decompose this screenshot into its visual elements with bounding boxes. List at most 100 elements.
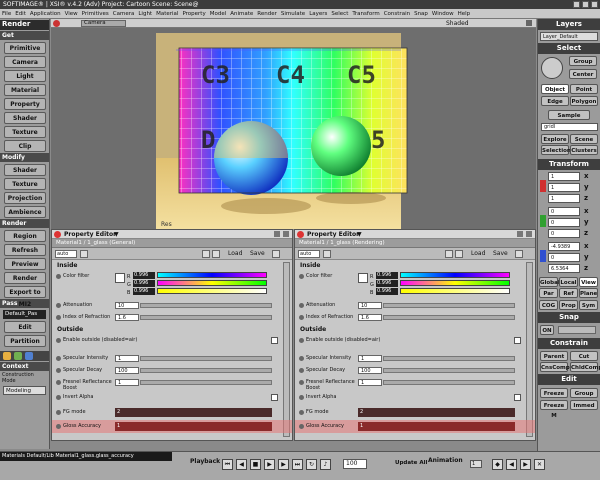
ref-button[interactable]: Ref bbox=[559, 288, 578, 298]
animation-button[interactable]: Animation bbox=[428, 457, 463, 464]
scale-y-axis[interactable]: y bbox=[584, 183, 589, 191]
pe-app-icon[interactable] bbox=[297, 231, 304, 238]
viewport-letter-icon[interactable] bbox=[53, 20, 60, 27]
pe-title[interactable]: Property Editor bbox=[64, 230, 116, 239]
animation-dot-icon[interactable] bbox=[56, 338, 61, 343]
g-value[interactable]: 0.996 bbox=[376, 280, 398, 287]
pe-scrollbar[interactable] bbox=[526, 262, 533, 437]
animation-dot-icon[interactable] bbox=[56, 395, 61, 400]
menu-transform[interactable]: Transform bbox=[350, 9, 381, 18]
playback-label[interactable]: Playback bbox=[190, 458, 220, 465]
translation-x-axis[interactable]: x bbox=[584, 242, 589, 250]
light-button[interactable]: Light bbox=[4, 70, 46, 82]
menu-window[interactable]: Window bbox=[430, 9, 456, 18]
menu-material[interactable]: Material bbox=[154, 9, 180, 18]
b-value[interactable]: 0.996 bbox=[133, 288, 155, 295]
index-of-refraction-field[interactable]: 1.6 bbox=[115, 314, 139, 321]
specular-decay-slider[interactable] bbox=[383, 368, 515, 373]
animation-dot-icon[interactable] bbox=[56, 274, 61, 279]
selection-button[interactable]: Selection bbox=[541, 145, 571, 155]
cut-button[interactable]: Cut bbox=[570, 351, 598, 361]
scale-y-field[interactable]: 1 bbox=[548, 183, 580, 192]
ambience-button[interactable]: Ambience bbox=[4, 206, 46, 218]
animation-dot-icon[interactable] bbox=[299, 368, 304, 373]
prop-button[interactable]: Prop bbox=[559, 300, 578, 310]
animation-dot-icon[interactable] bbox=[56, 356, 61, 361]
menu-primitives[interactable]: Primitives bbox=[80, 9, 111, 18]
rotation-y-field[interactable]: 0 bbox=[548, 218, 580, 227]
specular-intensity-slider[interactable] bbox=[383, 356, 515, 361]
partition-button[interactable]: Partition bbox=[4, 335, 46, 347]
animation-dot-icon[interactable] bbox=[56, 424, 61, 429]
animation-dot-icon[interactable] bbox=[299, 424, 304, 429]
minimize-icon[interactable] bbox=[573, 1, 580, 8]
enable-outside-checkbox[interactable] bbox=[514, 337, 521, 344]
construction-mode-select[interactable]: Modeling bbox=[3, 386, 46, 395]
menu-model[interactable]: Model bbox=[208, 9, 229, 18]
texture-button[interactable]: Texture bbox=[4, 178, 46, 190]
material-button[interactable]: Material bbox=[4, 84, 46, 96]
key-prev-icon[interactable]: ◀ bbox=[506, 459, 517, 470]
help-icon[interactable] bbox=[515, 250, 523, 258]
revert-icon[interactable] bbox=[445, 250, 453, 258]
g-value[interactable]: 0.996 bbox=[133, 280, 155, 287]
specular-intensity-field[interactable]: 1 bbox=[358, 355, 382, 362]
translation-z-axis[interactable]: z bbox=[584, 264, 588, 272]
r-slider[interactable] bbox=[157, 272, 267, 278]
chldcomp-button[interactable]: ChldComp bbox=[570, 362, 600, 372]
viewport-maximize-icon[interactable] bbox=[526, 20, 532, 26]
prev-key-icon[interactable]: ◀ bbox=[236, 459, 247, 470]
lock-icon[interactable] bbox=[80, 250, 88, 258]
fresnel-reflectance-boost-slider[interactable] bbox=[140, 380, 272, 385]
sym-button[interactable]: Sym bbox=[579, 300, 598, 310]
fg-mode-field[interactable]: 2 bbox=[358, 408, 515, 417]
last-frame-icon[interactable]: ⏭ bbox=[292, 459, 303, 470]
animation-icon[interactable] bbox=[14, 352, 22, 360]
select-field[interactable]: gridl bbox=[541, 123, 598, 131]
animation-dot-icon[interactable] bbox=[299, 338, 304, 343]
revert-icon[interactable] bbox=[202, 250, 210, 258]
specular-decay-field[interactable]: 100 bbox=[358, 367, 382, 374]
refresh-icon[interactable] bbox=[455, 250, 463, 258]
color-swatch[interactable] bbox=[115, 273, 125, 283]
menu-application[interactable]: Application bbox=[28, 9, 63, 18]
region-button[interactable]: Region bbox=[4, 230, 46, 242]
load-button[interactable]: Load bbox=[228, 250, 242, 257]
index-of-refraction-slider[interactable] bbox=[383, 315, 515, 320]
animation-dot-icon[interactable] bbox=[299, 395, 304, 400]
animation-frame-field[interactable]: 1 bbox=[470, 460, 482, 468]
polygon-button[interactable]: Polygon bbox=[570, 96, 598, 106]
specular-intensity-field[interactable]: 1 bbox=[115, 355, 139, 362]
animation-dot-icon[interactable] bbox=[299, 410, 304, 415]
render-button[interactable]: Render bbox=[4, 272, 46, 284]
animation-dot-icon[interactable] bbox=[299, 274, 304, 279]
translation-y-field[interactable]: 0 bbox=[548, 253, 580, 262]
save-button[interactable]: Save bbox=[493, 250, 508, 257]
fresnel-reflectance-boost-slider[interactable] bbox=[383, 380, 515, 385]
pe-app-icon[interactable] bbox=[54, 231, 61, 238]
explore-button[interactable]: Explore bbox=[541, 134, 569, 144]
play-icon[interactable]: ▶ bbox=[264, 459, 275, 470]
property-button[interactable]: Property bbox=[4, 98, 46, 110]
refresh-button[interactable]: Refresh bbox=[4, 244, 46, 256]
snap-options[interactable] bbox=[558, 326, 596, 334]
first-frame-icon[interactable]: ⏮ bbox=[222, 459, 233, 470]
fresnel-reflectance-boost-field[interactable]: 1 bbox=[358, 379, 382, 386]
edge-button[interactable]: Edge bbox=[541, 96, 569, 106]
menu-layers[interactable]: Layers bbox=[307, 9, 329, 18]
display-mode[interactable]: Shaded bbox=[446, 19, 469, 28]
lock-icon[interactable] bbox=[323, 250, 331, 258]
pe-maximize-icon[interactable] bbox=[517, 231, 523, 237]
gloss-accuracy-field[interactable]: 1 bbox=[115, 422, 272, 431]
object-button[interactable]: Object bbox=[541, 84, 569, 94]
camera-menu[interactable]: Camera bbox=[81, 20, 126, 27]
index-of-refraction-field[interactable]: 1.6 bbox=[358, 314, 382, 321]
scale-x-field[interactable]: 1 bbox=[548, 172, 580, 181]
menu-view[interactable]: View bbox=[63, 9, 80, 18]
r-value[interactable]: 0.996 bbox=[376, 272, 398, 279]
key-next-icon[interactable]: ▶ bbox=[520, 459, 531, 470]
next-key-icon[interactable]: ▶ bbox=[278, 459, 289, 470]
export-to-mi2-button[interactable]: Export to MI2 bbox=[4, 286, 46, 308]
scale-icon[interactable] bbox=[540, 180, 546, 192]
invert-alpha-checkbox[interactable] bbox=[271, 394, 278, 401]
